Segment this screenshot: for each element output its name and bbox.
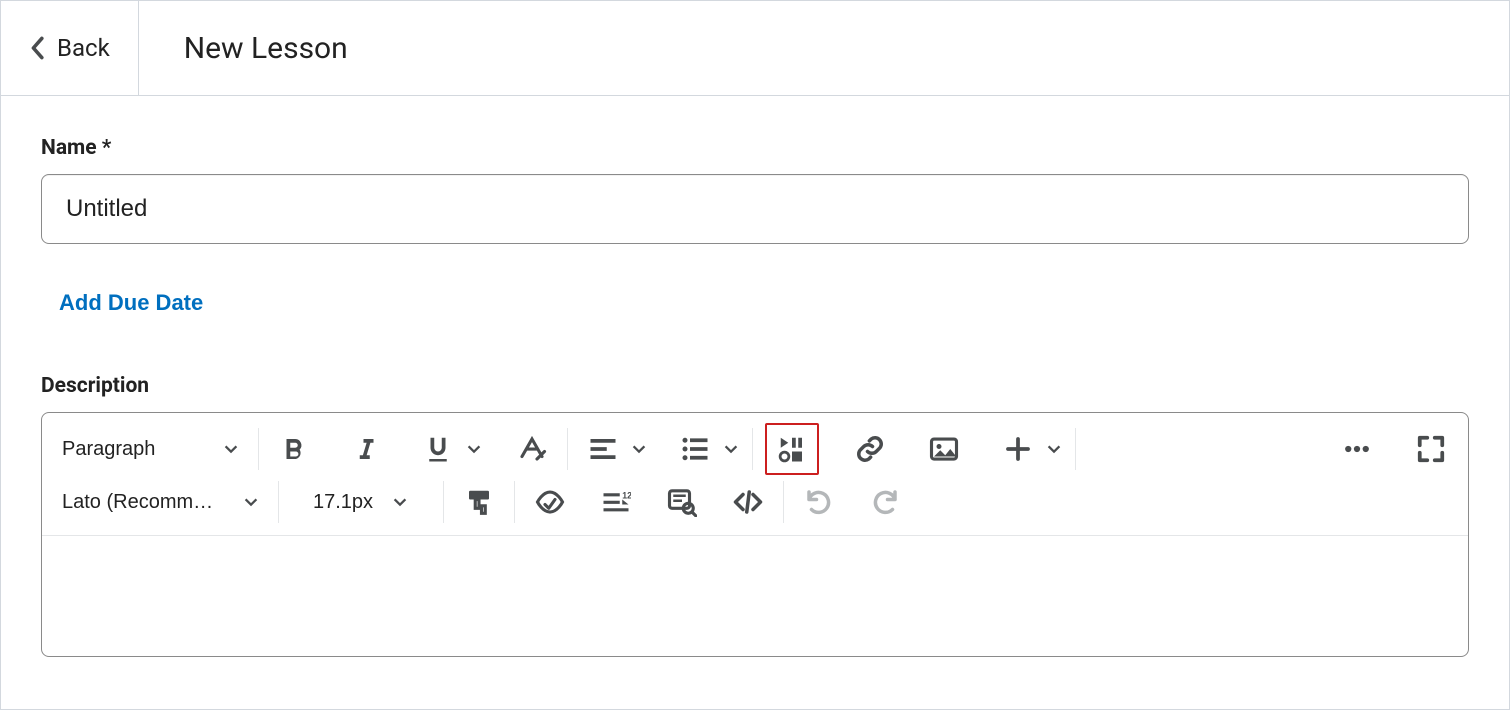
preview-icon bbox=[667, 487, 697, 517]
format-painter-icon bbox=[464, 487, 494, 517]
italic-button[interactable] bbox=[343, 426, 389, 472]
source-code-button[interactable] bbox=[725, 479, 771, 525]
toolbar-row-1: Paragraph bbox=[42, 413, 1468, 477]
align-button[interactable] bbox=[580, 426, 626, 472]
list-icon bbox=[680, 434, 710, 464]
link-icon bbox=[855, 434, 885, 464]
accessibility-check-button[interactable] bbox=[527, 479, 573, 525]
font-size-select[interactable]: 17.1px bbox=[291, 479, 431, 525]
more-icon bbox=[1342, 434, 1372, 464]
source-code-icon bbox=[733, 487, 763, 517]
insert-stuff-icon bbox=[777, 434, 807, 464]
chevron-down-icon[interactable] bbox=[722, 440, 740, 458]
block-format-select[interactable]: Paragraph bbox=[56, 426, 246, 472]
svg-text:123: 123 bbox=[622, 490, 631, 500]
italic-icon bbox=[351, 434, 381, 464]
more-button[interactable] bbox=[1334, 426, 1380, 472]
description-label: Description bbox=[41, 374, 1469, 398]
back-label: Back bbox=[57, 34, 110, 62]
plus-button[interactable] bbox=[995, 426, 1041, 472]
align-icon bbox=[588, 434, 618, 464]
chevron-down-icon[interactable] bbox=[465, 440, 483, 458]
list-button[interactable] bbox=[672, 426, 718, 472]
content-area: Name * Add Due Date Description Paragrap… bbox=[1, 96, 1509, 657]
underline-icon bbox=[423, 434, 453, 464]
accessibility-check-icon bbox=[535, 487, 565, 517]
image-icon bbox=[929, 434, 959, 464]
clear-format-button[interactable] bbox=[509, 426, 555, 472]
block-format-label: Paragraph bbox=[62, 438, 155, 461]
page-header: Back New Lesson bbox=[1, 1, 1509, 96]
bold-icon bbox=[279, 434, 309, 464]
undo-icon bbox=[804, 487, 834, 517]
bold-button[interactable] bbox=[271, 426, 317, 472]
add-due-date-button[interactable]: Add Due Date bbox=[59, 290, 203, 316]
insert-stuff-highlight bbox=[765, 423, 819, 475]
redo-button[interactable] bbox=[862, 479, 908, 525]
insert-stuff-button[interactable] bbox=[771, 429, 813, 469]
chevron-left-icon bbox=[29, 36, 45, 60]
rich-text-editor: Paragraph bbox=[41, 412, 1469, 657]
toolbar-row-2: Lato (Recomm… 17.1px 123 bbox=[42, 477, 1468, 536]
fullscreen-button[interactable] bbox=[1408, 426, 1454, 472]
word-count-button[interactable]: 123 bbox=[593, 479, 639, 525]
font-size-label: 17.1px bbox=[313, 491, 373, 514]
editor-content-area[interactable] bbox=[42, 536, 1468, 656]
chevron-down-icon bbox=[391, 493, 409, 511]
word-count-icon: 123 bbox=[601, 487, 631, 517]
font-family-label: Lato (Recomm… bbox=[62, 491, 213, 514]
fullscreen-icon bbox=[1416, 434, 1446, 464]
name-input[interactable] bbox=[41, 174, 1469, 244]
font-family-select[interactable]: Lato (Recomm… bbox=[56, 479, 266, 525]
back-button[interactable]: Back bbox=[1, 1, 139, 95]
plus-icon bbox=[1003, 434, 1033, 464]
format-painter-button[interactable] bbox=[456, 479, 502, 525]
page-title: New Lesson bbox=[184, 31, 348, 66]
chevron-down-icon bbox=[242, 493, 260, 511]
chevron-down-icon[interactable] bbox=[1045, 440, 1063, 458]
chevron-down-icon[interactable] bbox=[630, 440, 648, 458]
chevron-down-icon bbox=[222, 440, 240, 458]
clear-format-icon bbox=[517, 434, 547, 464]
underline-button[interactable] bbox=[415, 426, 461, 472]
redo-icon bbox=[870, 487, 900, 517]
name-label: Name * bbox=[41, 136, 1469, 160]
link-button[interactable] bbox=[847, 426, 893, 472]
image-button[interactable] bbox=[921, 426, 967, 472]
undo-button[interactable] bbox=[796, 479, 842, 525]
preview-button[interactable] bbox=[659, 479, 705, 525]
